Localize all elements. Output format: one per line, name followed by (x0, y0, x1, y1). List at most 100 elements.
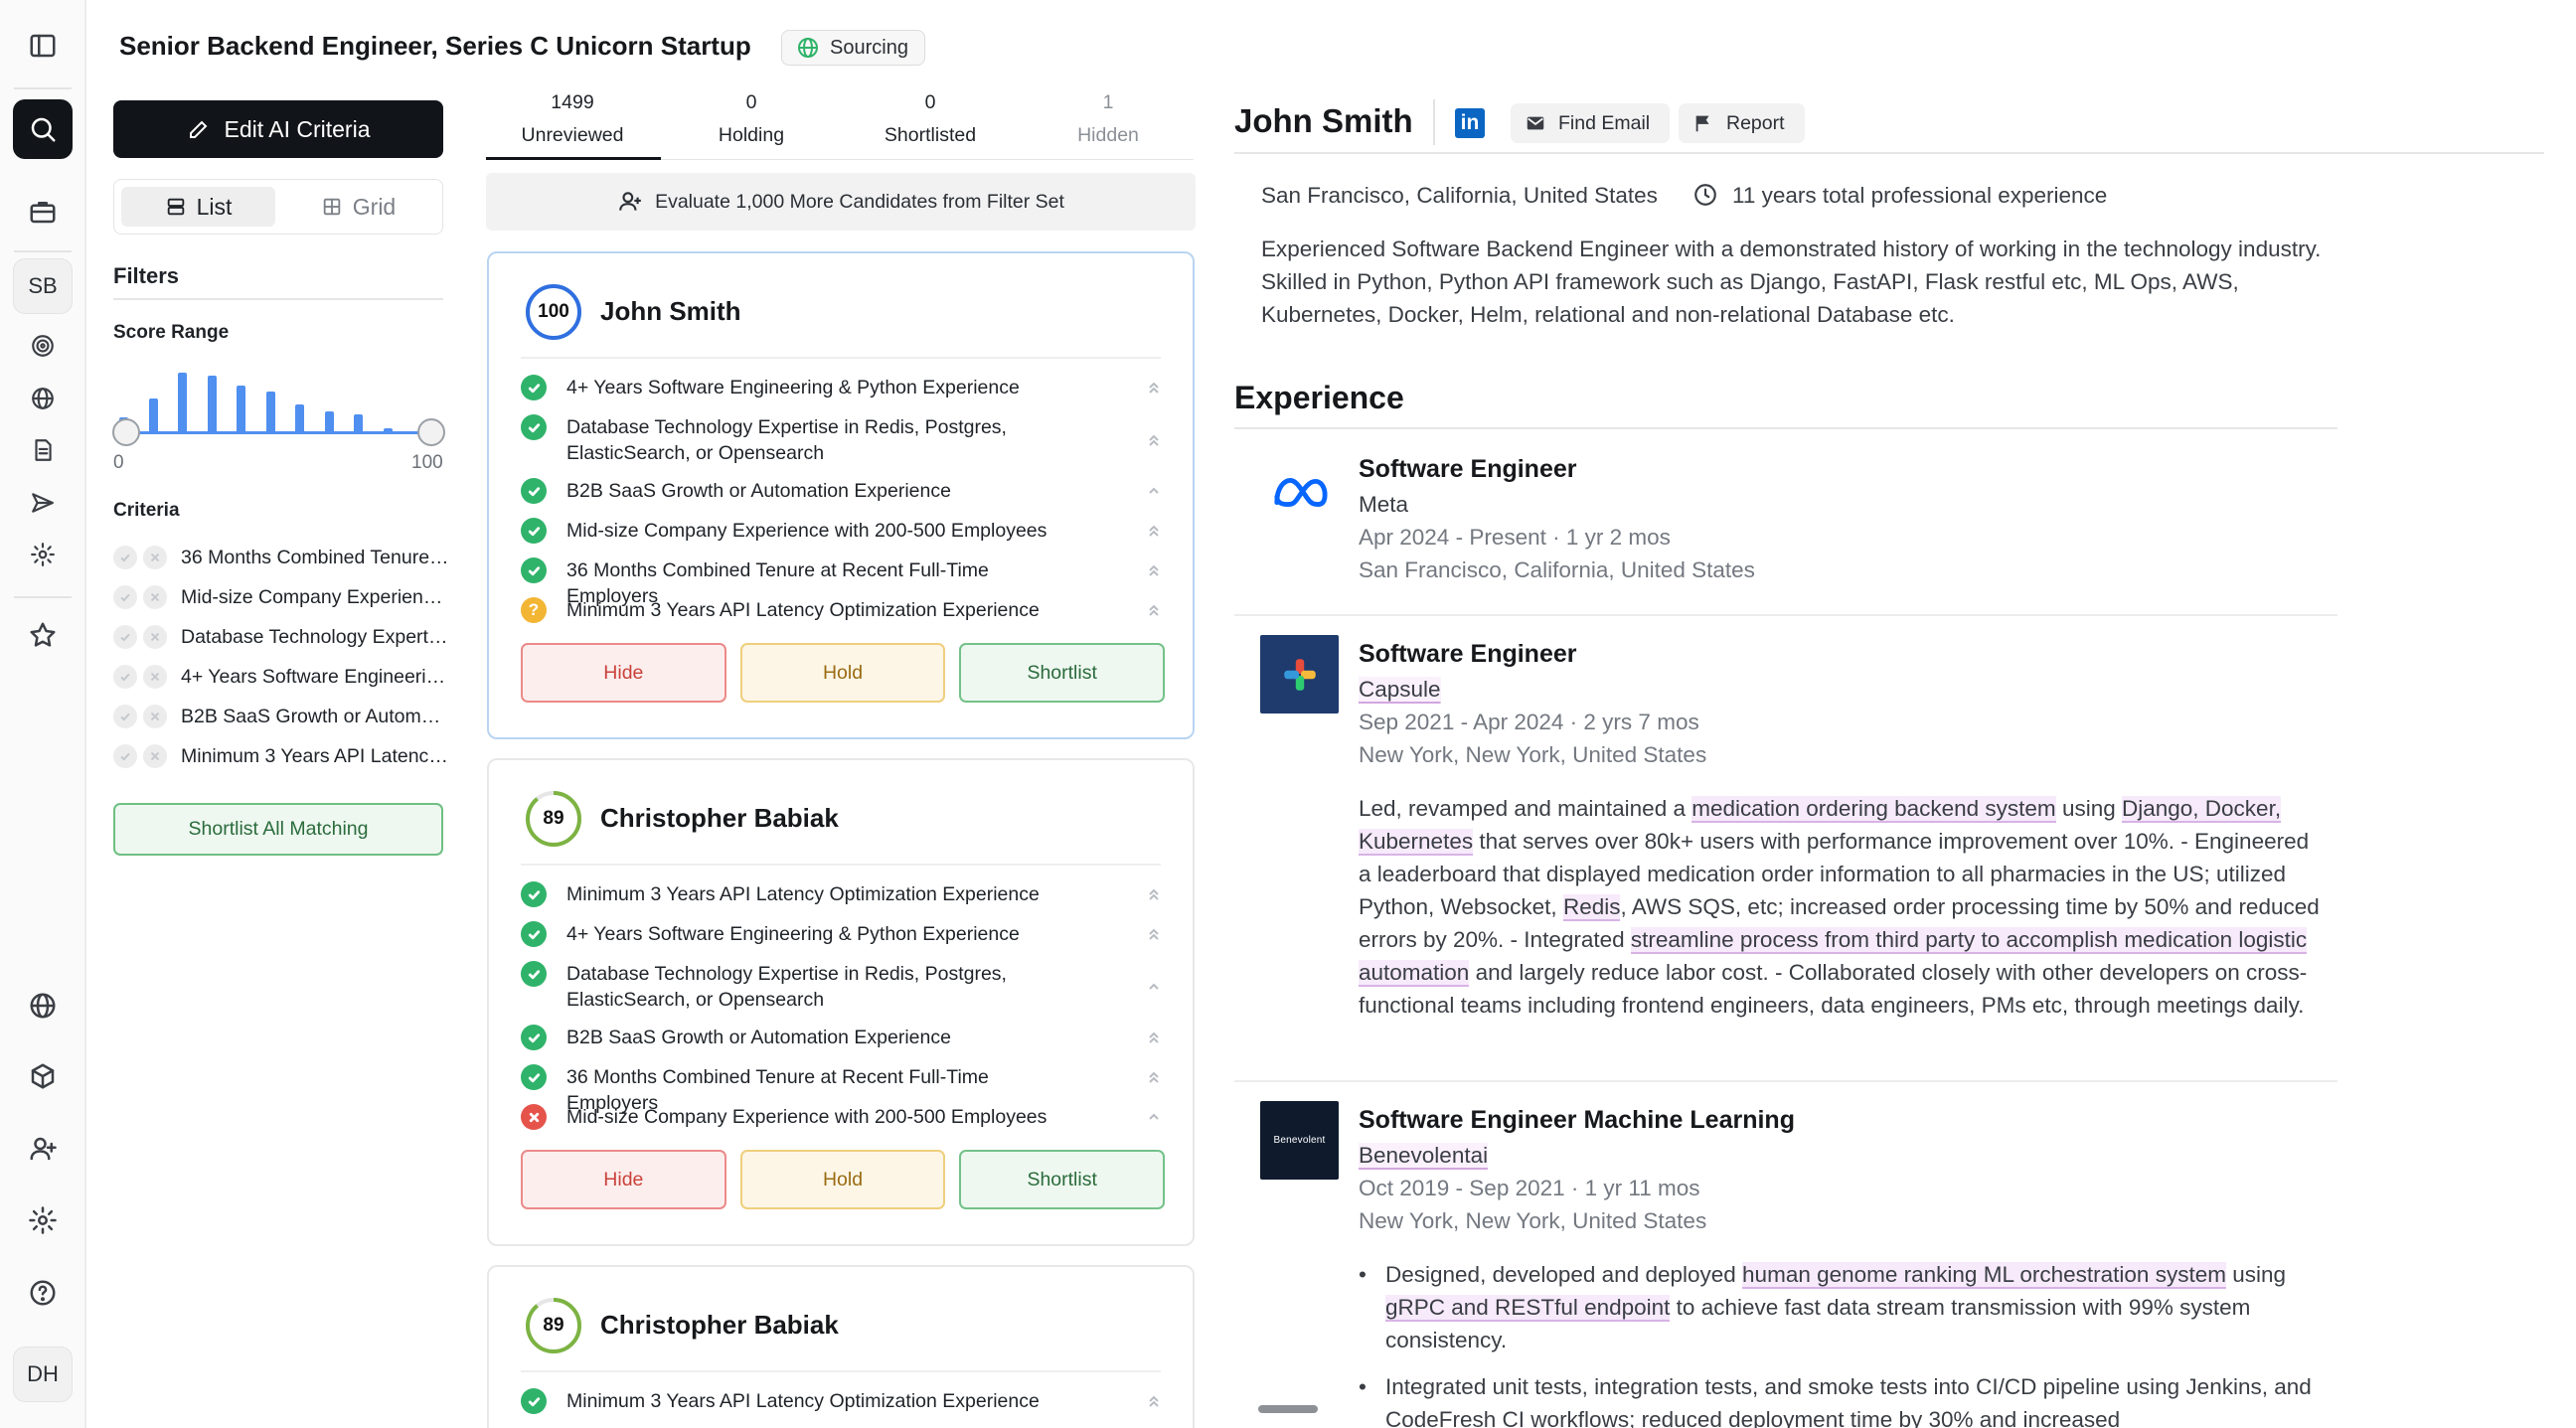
check-icon[interactable] (113, 665, 137, 689)
list-icon (167, 198, 184, 216)
find-email-button[interactable]: Find Email (1511, 103, 1671, 143)
rail-divider (14, 87, 72, 89)
tab-holding[interactable]: 0 Holding (665, 91, 838, 147)
expand-chevron-icon[interactable] (1143, 597, 1165, 623)
tab-hidden[interactable]: 1 Hidden (1022, 91, 1195, 147)
gear-icon[interactable] (13, 1190, 73, 1250)
tab-count: 1499 (551, 91, 594, 113)
expand-chevron-icon[interactable] (1143, 974, 1165, 1000)
star-icon[interactable] (13, 605, 73, 665)
shortlist-all-matching-button[interactable]: Shortlist All Matching (113, 803, 443, 856)
score-histogram (117, 358, 435, 433)
tab-shortlisted[interactable]: 0 Shortlisted (844, 91, 1017, 147)
search-icon[interactable] (13, 99, 73, 159)
check-circle-icon (521, 921, 547, 947)
briefcase-icon[interactable] (13, 182, 73, 241)
hold-button[interactable]: Hold (739, 643, 946, 703)
candidate-card[interactable]: 89 Christopher Babiak Minimum 3 Years API … (487, 1265, 1195, 1428)
hide-button[interactable]: Hide (521, 1150, 726, 1209)
close-icon[interactable] (143, 705, 167, 728)
close-icon[interactable] (143, 546, 167, 569)
gear-icon[interactable] (13, 525, 73, 584)
expand-chevron-icon[interactable] (1143, 881, 1165, 907)
status-badge-label: Sourcing (830, 36, 908, 59)
criteria-filter-label: Database Technology Expertise in Redis, … (181, 625, 451, 648)
candidate-name[interactable]: Christopher Babiak (600, 1310, 839, 1341)
histogram-bar (178, 373, 187, 433)
expand-chevron-icon[interactable] (1143, 921, 1165, 947)
tab-unreviewed[interactable]: 1499 Unreviewed (486, 91, 659, 147)
document-icon[interactable] (13, 420, 73, 480)
check-circle-icon (521, 518, 547, 544)
status-badge[interactable]: Sourcing (781, 30, 925, 66)
candidate-card[interactable]: 100 John Smith 4+ Years Software Engineeri… (487, 251, 1195, 739)
check-icon[interactable] (113, 744, 137, 768)
candidate-criterion: Database Technology Expertise in Redis, … (521, 961, 1165, 1013)
linkedin-icon[interactable]: in (1455, 108, 1485, 138)
user-avatar[interactable]: DH (13, 1347, 73, 1402)
score-range-track[interactable] (125, 431, 431, 434)
globe-icon[interactable] (13, 369, 73, 428)
expand-chevron-icon[interactable] (1143, 1104, 1165, 1130)
text-segment: Integrated unit tests, integration tests… (1385, 1374, 2312, 1428)
profile-header-rule (1234, 152, 2544, 154)
close-icon[interactable] (143, 744, 167, 768)
job-dates: Oct 2019 - Sep 2021 · 1 yr 11 mos (1359, 1176, 1700, 1200)
criterion-text: 4+ Years Software Engineering & Python E… (566, 377, 1020, 398)
candidate-name[interactable]: John Smith (600, 296, 741, 327)
expand-chevron-icon[interactable] (1143, 375, 1165, 400)
highlighted-skill: Redis (1562, 894, 1621, 921)
candidate-criterion: B2B SaaS Growth or Automation Experience (521, 478, 1165, 504)
criteria-filter-label: 4+ Years Software Engineering & Python E… (181, 665, 451, 688)
expand-chevron-icon[interactable] (1143, 1025, 1165, 1050)
hold-button[interactable]: Hold (739, 1150, 946, 1209)
expand-chevron-icon[interactable] (1143, 557, 1165, 583)
globe-icon[interactable] (13, 976, 73, 1035)
profile-name: John Smith (1234, 102, 1413, 139)
check-icon[interactable] (113, 625, 137, 649)
job-company-link[interactable]: Benevolentai (1359, 1143, 1489, 1169)
candidate-score: 89 (543, 808, 564, 829)
job-company-link[interactable]: Capsule (1359, 677, 1441, 703)
score-range-min-handle[interactable] (112, 418, 140, 446)
scroll-indicator[interactable] (1258, 1405, 1318, 1413)
close-icon[interactable] (143, 665, 167, 689)
add-user-icon[interactable] (13, 1119, 73, 1179)
card-divider (521, 357, 1161, 359)
help-icon[interactable] (13, 1263, 73, 1323)
cube-icon[interactable] (13, 1046, 73, 1106)
target-icon[interactable] (13, 316, 73, 376)
candidate-actions: Hide Hold Shortlist (521, 643, 1166, 703)
check-icon[interactable] (113, 546, 137, 569)
edit-ai-criteria-button[interactable]: Edit AI Criteria (113, 100, 443, 158)
expand-chevron-icon[interactable] (1143, 518, 1165, 544)
job-date-range: Oct 2019 - Sep 2021 (1359, 1176, 1565, 1200)
shortlist-button[interactable]: Shortlist (959, 643, 1166, 703)
expand-chevron-icon[interactable] (1143, 478, 1165, 504)
expand-chevron-icon[interactable] (1143, 1064, 1165, 1090)
workspace-avatar[interactable]: SB (13, 258, 73, 314)
text-segment: using (2225, 1262, 2286, 1287)
check-icon[interactable] (113, 705, 137, 728)
candidate-criterion: B2B SaaS Growth or Automation Experience (521, 1025, 1165, 1050)
list-view-button[interactable]: List (121, 187, 275, 227)
report-button[interactable]: Report (1679, 103, 1805, 143)
job-divider (1234, 614, 2337, 616)
score-range-max-handle[interactable] (417, 418, 445, 446)
candidate-name[interactable]: Christopher Babiak (600, 803, 839, 834)
close-icon[interactable] (143, 585, 167, 609)
score-ring: 89 (525, 790, 582, 848)
candidate-criterion: Mid-size Company Experience with 200-500… (521, 1104, 1165, 1130)
candidate-card[interactable]: 89 Christopher Babiak Minimum 3 Years API … (487, 758, 1195, 1246)
expand-chevron-icon[interactable] (1143, 1388, 1165, 1414)
expand-chevron-icon[interactable] (1143, 427, 1165, 453)
close-icon[interactable] (143, 625, 167, 649)
sidebar-toggle-icon[interactable] (13, 16, 73, 76)
evaluate-more-candidates-button[interactable]: Evaluate 1,000 More Candidates from Filt… (486, 173, 1196, 231)
check-icon[interactable] (113, 585, 137, 609)
shortlist-button[interactable]: Shortlist (959, 1150, 1166, 1209)
hide-button[interactable]: Hide (521, 643, 726, 703)
grid-view-button[interactable]: Grid (281, 187, 435, 227)
send-icon[interactable] (13, 473, 73, 533)
card-divider (521, 1370, 1161, 1372)
